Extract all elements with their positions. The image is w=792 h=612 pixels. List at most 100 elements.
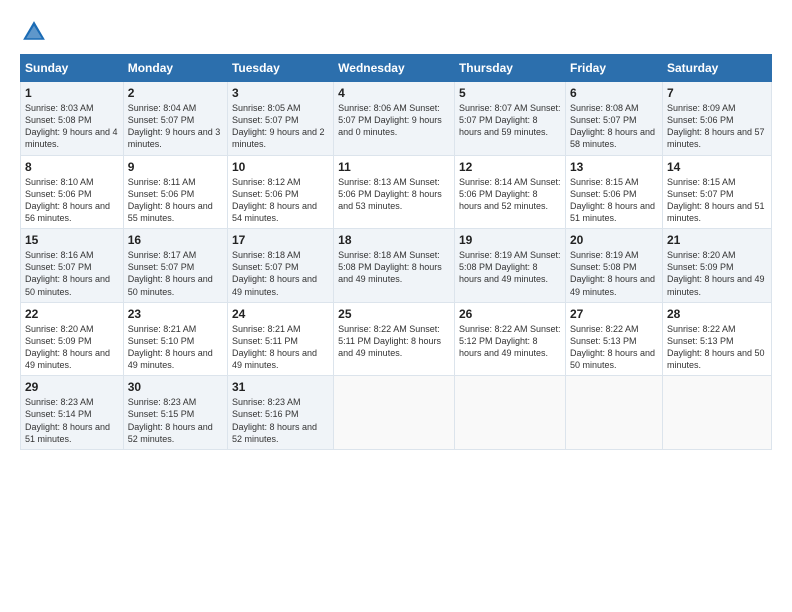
day-cell: 26 Sunrise: 8:22 AM Sunset: 5:12 PM Dayli… [454,302,565,376]
day-cell: 20 Sunrise: 8:19 AM Sunset: 5:08 PM Dayli… [565,229,662,303]
day-cell [454,376,565,450]
day-number: 16 [128,233,223,247]
day-cell: 19Sunrise: 8:19 AM Sunset: 5:08 PM Dayli… [454,229,565,303]
day-info: Sunrise: 8:05 AM Sunset: 5:07 PM Dayligh… [232,102,329,151]
day-cell: 14 Sunrise: 8:15 AM Sunset: 5:07 PM Dayli… [662,155,771,229]
day-info: Sunrise: 8:13 AM Sunset: 5:06 PM Dayligh… [338,176,450,212]
day-info: Sunrise: 8:07 AM Sunset: 5:07 PM Dayligh… [459,102,561,138]
day-cell: 12 Sunrise: 8:14 AM Sunset: 5:06 PM Dayli… [454,155,565,229]
day-cell: 7 Sunrise: 8:09 AM Sunset: 5:06 PM Daylig… [662,82,771,156]
day-number: 11 [338,160,450,174]
day-info: Sunrise: 8:21 AM Sunset: 5:10 PM Dayligh… [128,323,223,372]
day-number: 3 [232,86,329,100]
day-number: 14 [667,160,767,174]
header-day: Thursday [454,55,565,82]
day-info: Sunrise: 8:04 AM Sunset: 5:07 PM Dayligh… [128,102,223,151]
day-number: 20 [570,233,658,247]
day-cell: 31 Sunrise: 8:23 AM Sunset: 5:16 PM Dayli… [227,376,333,450]
header-row: SundayMondayTuesdayWednesdayThursdayFrid… [21,55,772,82]
week-row: 29 Sunrise: 8:23 AM Sunset: 5:14 PM Dayli… [21,376,772,450]
day-number: 13 [570,160,658,174]
day-cell: 16 Sunrise: 8:17 AM Sunset: 5:07 PM Dayli… [123,229,227,303]
day-info: Sunrise: 8:16 AM Sunset: 5:07 PM Dayligh… [25,249,119,298]
day-info: Sunrise: 8:03 AM Sunset: 5:08 PM Dayligh… [25,102,119,151]
day-number: 17 [232,233,329,247]
day-number: 1 [25,86,119,100]
day-info: Sunrise: 8:08 AM Sunset: 5:07 PM Dayligh… [570,102,658,151]
day-cell: 3 Sunrise: 8:05 AM Sunset: 5:07 PM Daylig… [227,82,333,156]
day-number: 27 [570,307,658,321]
day-number: 6 [570,86,658,100]
header-day: Wednesday [334,55,455,82]
day-number: 18 [338,233,450,247]
day-cell: 24 Sunrise: 8:21 AM Sunset: 5:11 PM Dayli… [227,302,333,376]
day-cell: 2 Sunrise: 8:04 AM Sunset: 5:07 PM Daylig… [123,82,227,156]
day-number: 2 [128,86,223,100]
logo [20,18,52,46]
week-row: 22Sunrise: 8:20 AM Sunset: 5:09 PM Dayli… [21,302,772,376]
day-number: 12 [459,160,561,174]
day-cell: 6 Sunrise: 8:08 AM Sunset: 5:07 PM Daylig… [565,82,662,156]
header-day: Tuesday [227,55,333,82]
day-cell: 23 Sunrise: 8:21 AM Sunset: 5:10 PM Dayli… [123,302,227,376]
day-cell: 27 Sunrise: 8:22 AM Sunset: 5:13 PM Dayli… [565,302,662,376]
day-info: Sunrise: 8:20 AM Sunset: 5:09 PM Dayligh… [25,323,119,372]
day-cell: 21Sunrise: 8:20 AM Sunset: 5:09 PM Dayli… [662,229,771,303]
day-cell: 25 Sunrise: 8:22 AM Sunset: 5:11 PM Dayli… [334,302,455,376]
day-number: 15 [25,233,119,247]
day-info: Sunrise: 8:22 AM Sunset: 5:11 PM Dayligh… [338,323,450,359]
day-cell: 10Sunrise: 8:12 AM Sunset: 5:06 PM Dayli… [227,155,333,229]
header-day: Saturday [662,55,771,82]
day-info: Sunrise: 8:09 AM Sunset: 5:06 PM Dayligh… [667,102,767,151]
day-info: Sunrise: 8:10 AM Sunset: 5:06 PM Dayligh… [25,176,119,225]
day-info: Sunrise: 8:22 AM Sunset: 5:12 PM Dayligh… [459,323,561,359]
day-info: Sunrise: 8:22 AM Sunset: 5:13 PM Dayligh… [570,323,658,372]
day-info: Sunrise: 8:17 AM Sunset: 5:07 PM Dayligh… [128,249,223,298]
header [20,18,772,46]
calendar-table: SundayMondayTuesdayWednesdayThursdayFrid… [20,54,772,450]
day-cell: 5Sunrise: 8:07 AM Sunset: 5:07 PM Daylig… [454,82,565,156]
day-number: 21 [667,233,767,247]
day-info: Sunrise: 8:23 AM Sunset: 5:16 PM Dayligh… [232,396,329,445]
day-cell: 15 Sunrise: 8:16 AM Sunset: 5:07 PM Dayli… [21,229,124,303]
day-info: Sunrise: 8:06 AM Sunset: 5:07 PM Dayligh… [338,102,450,138]
day-info: Sunrise: 8:15 AM Sunset: 5:06 PM Dayligh… [570,176,658,225]
day-number: 4 [338,86,450,100]
day-number: 31 [232,380,329,394]
week-row: 8 Sunrise: 8:10 AM Sunset: 5:06 PM Daylig… [21,155,772,229]
day-number: 30 [128,380,223,394]
day-cell: 22Sunrise: 8:20 AM Sunset: 5:09 PM Dayli… [21,302,124,376]
day-cell: 9 Sunrise: 8:11 AM Sunset: 5:06 PM Daylig… [123,155,227,229]
day-info: Sunrise: 8:14 AM Sunset: 5:06 PM Dayligh… [459,176,561,212]
day-cell: 4 Sunrise: 8:06 AM Sunset: 5:07 PM Daylig… [334,82,455,156]
header-day: Friday [565,55,662,82]
day-cell: 11 Sunrise: 8:13 AM Sunset: 5:06 PM Dayli… [334,155,455,229]
day-cell [565,376,662,450]
day-cell: 30Sunrise: 8:23 AM Sunset: 5:15 PM Dayli… [123,376,227,450]
day-cell: 8 Sunrise: 8:10 AM Sunset: 5:06 PM Daylig… [21,155,124,229]
week-row: 1 Sunrise: 8:03 AM Sunset: 5:08 PM Daylig… [21,82,772,156]
page: SundayMondayTuesdayWednesdayThursdayFrid… [0,0,792,612]
day-info: Sunrise: 8:19 AM Sunset: 5:08 PM Dayligh… [570,249,658,298]
day-cell: 18Sunrise: 8:18 AM Sunset: 5:08 PM Dayli… [334,229,455,303]
day-cell: 29 Sunrise: 8:23 AM Sunset: 5:14 PM Dayli… [21,376,124,450]
day-number: 9 [128,160,223,174]
day-info: Sunrise: 8:21 AM Sunset: 5:11 PM Dayligh… [232,323,329,372]
day-cell [662,376,771,450]
day-number: 25 [338,307,450,321]
day-number: 28 [667,307,767,321]
day-number: 23 [128,307,223,321]
day-cell: 28Sunrise: 8:22 AM Sunset: 5:13 PM Dayli… [662,302,771,376]
day-number: 29 [25,380,119,394]
day-info: Sunrise: 8:23 AM Sunset: 5:14 PM Dayligh… [25,396,119,445]
header-day: Monday [123,55,227,82]
day-info: Sunrise: 8:12 AM Sunset: 5:06 PM Dayligh… [232,176,329,225]
day-number: 7 [667,86,767,100]
day-info: Sunrise: 8:15 AM Sunset: 5:07 PM Dayligh… [667,176,767,225]
day-cell: 17Sunrise: 8:18 AM Sunset: 5:07 PM Dayli… [227,229,333,303]
day-info: Sunrise: 8:11 AM Sunset: 5:06 PM Dayligh… [128,176,223,225]
day-info: Sunrise: 8:19 AM Sunset: 5:08 PM Dayligh… [459,249,561,285]
day-number: 8 [25,160,119,174]
day-number: 26 [459,307,561,321]
day-number: 24 [232,307,329,321]
